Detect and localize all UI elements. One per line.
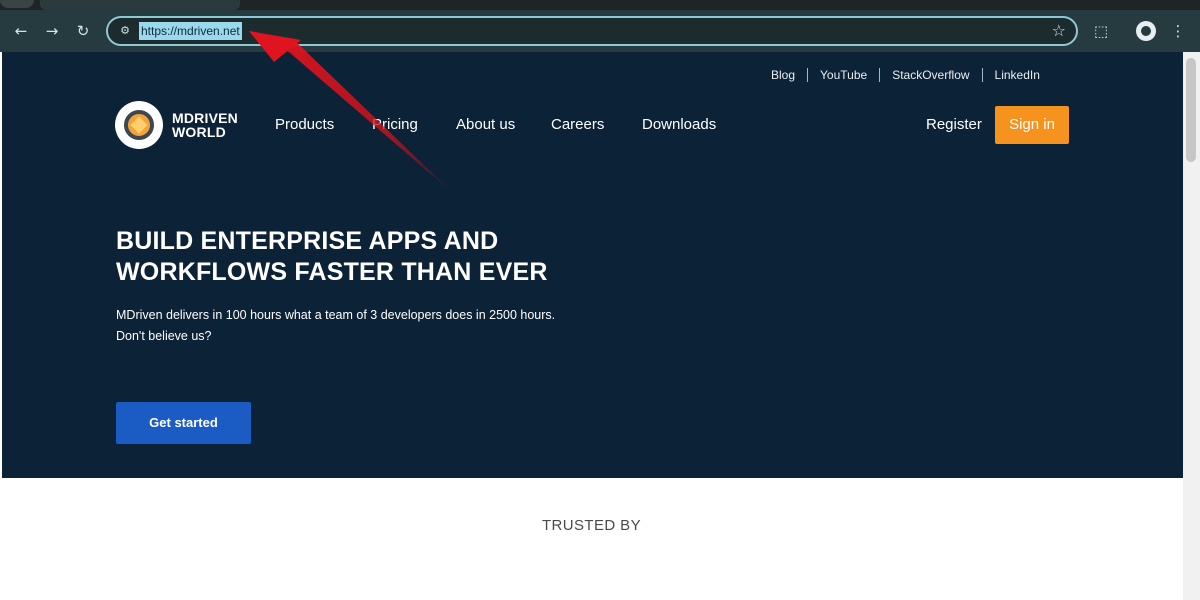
page-scrollbar[interactable] bbox=[1183, 52, 1200, 600]
top-link-linkedin[interactable]: LinkedIn bbox=[995, 68, 1040, 82]
top-links: Blog YouTube StackOverflow LinkedIn bbox=[771, 66, 1040, 84]
back-icon[interactable]: ← bbox=[9, 19, 33, 43]
top-link-youtube[interactable]: YouTube bbox=[820, 68, 867, 82]
top-link-blog[interactable]: Blog bbox=[771, 68, 795, 82]
bookmark-star-icon[interactable]: ☆ bbox=[1052, 21, 1066, 41]
hero-subtext-line-2: Don't believe us? bbox=[116, 329, 212, 343]
top-link-separator bbox=[807, 68, 809, 82]
url-text[interactable]: https://mdriven.net bbox=[139, 22, 242, 40]
browser-menu-icon[interactable]: ⋮ bbox=[1166, 19, 1190, 43]
top-link-stackoverflow[interactable]: StackOverflow bbox=[892, 68, 969, 82]
trusted-by-heading: TRUSTED BY bbox=[541, 517, 641, 534]
scrollbar-thumb[interactable] bbox=[1186, 58, 1196, 162]
top-link-separator bbox=[981, 68, 983, 82]
reload-icon[interactable]: ↻ bbox=[71, 19, 95, 43]
logo-line-2: WORLD bbox=[172, 124, 226, 140]
profile-avatar[interactable] bbox=[1136, 21, 1156, 41]
top-link-separator bbox=[879, 68, 881, 82]
nav-pricing[interactable]: Pricing bbox=[372, 116, 418, 133]
nav-careers[interactable]: Careers bbox=[551, 116, 604, 133]
get-started-button[interactable]: Get started bbox=[116, 402, 251, 444]
site-info-icon[interactable]: ⚙ bbox=[116, 22, 134, 40]
forward-icon[interactable]: → bbox=[40, 19, 64, 43]
register-link[interactable]: Register bbox=[926, 116, 982, 133]
nav-downloads[interactable]: Downloads bbox=[642, 116, 716, 133]
tab-search-button[interactable] bbox=[0, 0, 34, 8]
mdriven-logo-icon[interactable] bbox=[115, 101, 163, 149]
active-tab[interactable] bbox=[40, 0, 240, 10]
logo-line-1: MDRIVEN bbox=[172, 110, 238, 126]
hero-headline-line-2: WORKFLOWS FASTER THAN EVER bbox=[116, 258, 548, 286]
logo-wordmark[interactable]: MDRIVEN WORLD bbox=[172, 111, 238, 139]
hero-subtext: MDriven delivers in 100 hours what a tea… bbox=[116, 305, 555, 347]
hero-headline-line-1: BUILD ENTERPRISE APPS AND bbox=[116, 227, 499, 255]
address-bar[interactable]: ⚙ https://mdriven.net ☆ bbox=[106, 16, 1078, 46]
nav-about-us[interactable]: About us bbox=[456, 116, 515, 133]
hero-headline: BUILD ENTERPRISE APPS AND WORKFLOWS FAST… bbox=[116, 226, 676, 288]
extensions-icon[interactable]: ⬚ bbox=[1089, 19, 1113, 43]
sign-in-button[interactable]: Sign in bbox=[995, 106, 1069, 144]
tab-strip bbox=[0, 0, 1200, 10]
browser-toolbar: ← → ↻ ⚙ https://mdriven.net ☆ ⬚ ⋮ bbox=[0, 10, 1200, 52]
nav-products[interactable]: Products bbox=[275, 116, 334, 133]
hero-subtext-line-1: MDriven delivers in 100 hours what a tea… bbox=[116, 308, 556, 322]
